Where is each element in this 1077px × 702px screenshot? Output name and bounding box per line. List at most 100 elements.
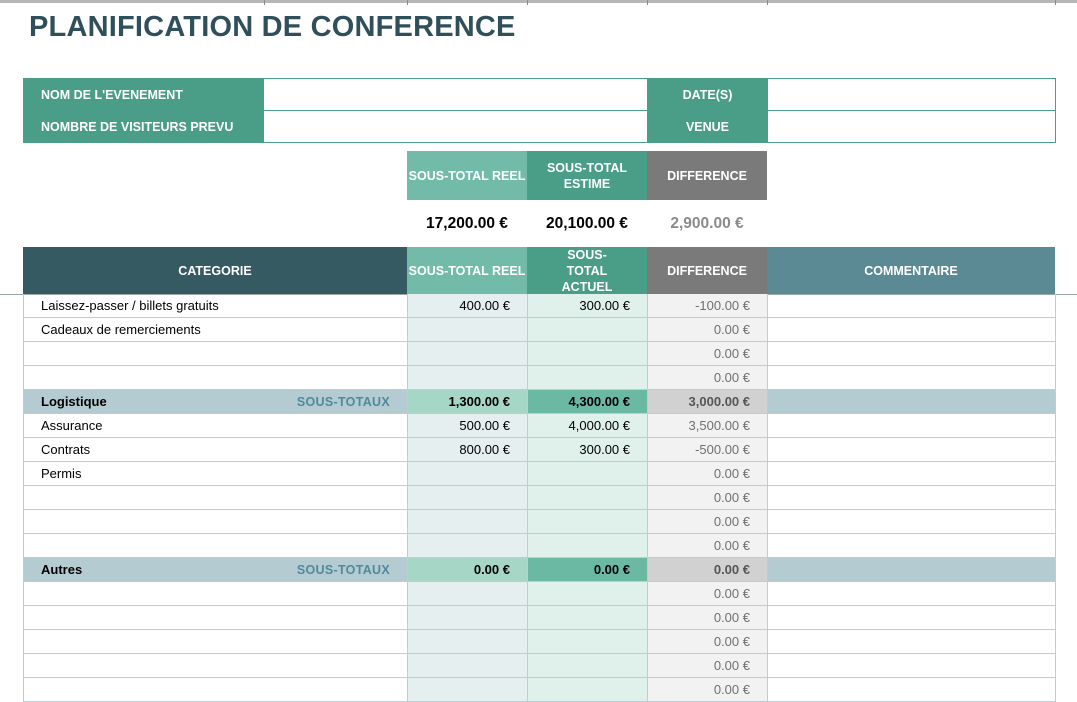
difference-cell[interactable]: 0.00 €: [648, 534, 768, 558]
column-divider[interactable]: [1055, 0, 1056, 5]
actual-cell[interactable]: [408, 510, 528, 534]
current-cell[interactable]: [528, 582, 648, 606]
current-cell[interactable]: [528, 318, 648, 342]
comment-cell[interactable]: [768, 294, 1056, 318]
summary-actual-value[interactable]: 17,200.00 €: [407, 212, 527, 236]
category-cell[interactable]: [23, 606, 408, 630]
current-cell[interactable]: 300.00 €: [528, 438, 648, 462]
category-column-header[interactable]: CATEGORIE: [23, 247, 407, 294]
actual-cell[interactable]: [408, 630, 528, 654]
actual-cell[interactable]: [408, 318, 528, 342]
current-cell[interactable]: [528, 486, 648, 510]
current-cell[interactable]: [528, 678, 648, 702]
event-name-field[interactable]: [263, 78, 648, 111]
column-divider[interactable]: [647, 0, 648, 5]
actual-cell[interactable]: 500.00 €: [408, 414, 528, 438]
actual-cell[interactable]: 800.00 €: [408, 438, 528, 462]
comment-cell[interactable]: [768, 510, 1056, 534]
comment-cell[interactable]: [768, 558, 1056, 582]
difference-cell[interactable]: 3,000.00 €: [648, 390, 768, 414]
comment-cell[interactable]: [768, 438, 1056, 462]
current-cell[interactable]: [528, 534, 648, 558]
column-divider[interactable]: [407, 0, 408, 5]
category-cell[interactable]: [23, 510, 408, 534]
current-cell[interactable]: [528, 630, 648, 654]
difference-cell[interactable]: 3,500.00 €: [648, 414, 768, 438]
difference-cell[interactable]: 0.00 €: [648, 510, 768, 534]
comment-cell[interactable]: [768, 486, 1056, 510]
category-cell[interactable]: [23, 582, 408, 606]
comment-column-header[interactable]: COMMENTAIRE: [767, 247, 1055, 294]
current-cell[interactable]: [528, 462, 648, 486]
actual-cell[interactable]: [408, 366, 528, 390]
actual-cell[interactable]: [408, 534, 528, 558]
comment-cell[interactable]: [768, 462, 1056, 486]
category-cell[interactable]: [23, 534, 408, 558]
category-cell[interactable]: Logistique SOUS-TOTAUX: [23, 390, 408, 414]
difference-cell[interactable]: 0.00 €: [648, 486, 768, 510]
summary-estimated-value[interactable]: 20,100.00 €: [527, 212, 647, 236]
comment-cell[interactable]: [768, 654, 1056, 678]
comment-cell[interactable]: [768, 630, 1056, 654]
actual-cell[interactable]: [408, 582, 528, 606]
difference-cell[interactable]: 0.00 €: [648, 582, 768, 606]
current-cell[interactable]: 300.00 €: [528, 294, 648, 318]
column-divider[interactable]: [767, 0, 768, 5]
venue-field[interactable]: [767, 110, 1056, 143]
category-cell[interactable]: [23, 678, 408, 702]
summary-difference-value[interactable]: 2,900.00 €: [647, 212, 767, 236]
column-divider[interactable]: [527, 0, 528, 5]
difference-cell[interactable]: 0.00 €: [648, 366, 768, 390]
comment-cell[interactable]: [768, 342, 1056, 366]
current-column-header[interactable]: SOUS-TOTAL ACTUEL: [527, 247, 647, 294]
category-cell[interactable]: Assurance: [23, 414, 408, 438]
actual-column-header[interactable]: SOUS-TOTAL REEL: [407, 247, 527, 294]
difference-column-header[interactable]: DIFFERENCE: [647, 247, 767, 294]
difference-cell[interactable]: 0.00 €: [648, 606, 768, 630]
comment-cell[interactable]: [768, 582, 1056, 606]
category-cell[interactable]: Autres SOUS-TOTAUX: [23, 558, 408, 582]
category-cell[interactable]: Cadeaux de remerciements: [23, 318, 408, 342]
actual-cell[interactable]: 1,300.00 €: [408, 390, 528, 414]
difference-cell[interactable]: 0.00 €: [648, 678, 768, 702]
comment-cell[interactable]: [768, 366, 1056, 390]
current-cell[interactable]: [528, 342, 648, 366]
difference-cell[interactable]: -100.00 €: [648, 294, 768, 318]
comment-cell[interactable]: [768, 318, 1056, 342]
actual-cell[interactable]: 0.00 €: [408, 558, 528, 582]
difference-cell[interactable]: 0.00 €: [648, 342, 768, 366]
actual-cell[interactable]: [408, 654, 528, 678]
category-cell[interactable]: [23, 366, 408, 390]
difference-cell[interactable]: 0.00 €: [648, 654, 768, 678]
current-cell[interactable]: [528, 606, 648, 630]
comment-cell[interactable]: [768, 606, 1056, 630]
actual-cell[interactable]: [408, 678, 528, 702]
actual-cell[interactable]: [408, 342, 528, 366]
comment-cell[interactable]: [768, 678, 1056, 702]
visitors-field[interactable]: [263, 110, 648, 143]
difference-cell[interactable]: 0.00 €: [648, 558, 768, 582]
difference-cell[interactable]: -500.00 €: [648, 438, 768, 462]
column-divider[interactable]: [264, 0, 265, 5]
category-cell[interactable]: [23, 486, 408, 510]
actual-cell[interactable]: [408, 486, 528, 510]
comment-cell[interactable]: [768, 414, 1056, 438]
actual-cell[interactable]: [408, 462, 528, 486]
difference-cell[interactable]: 0.00 €: [648, 462, 768, 486]
category-cell[interactable]: Laissez-passer / billets gratuits: [23, 294, 408, 318]
actual-cell[interactable]: [408, 606, 528, 630]
current-cell[interactable]: 4,000.00 €: [528, 414, 648, 438]
category-cell[interactable]: [23, 630, 408, 654]
category-cell[interactable]: [23, 342, 408, 366]
current-cell[interactable]: [528, 654, 648, 678]
actual-cell[interactable]: 400.00 €: [408, 294, 528, 318]
category-cell[interactable]: Contrats: [23, 438, 408, 462]
category-cell[interactable]: [23, 654, 408, 678]
dates-field[interactable]: [767, 78, 1056, 111]
current-cell[interactable]: 4,300.00 €: [528, 390, 648, 414]
current-cell[interactable]: 0.00 €: [528, 558, 648, 582]
category-cell[interactable]: Permis: [23, 462, 408, 486]
current-cell[interactable]: [528, 510, 648, 534]
difference-cell[interactable]: 0.00 €: [648, 318, 768, 342]
comment-cell[interactable]: [768, 390, 1056, 414]
